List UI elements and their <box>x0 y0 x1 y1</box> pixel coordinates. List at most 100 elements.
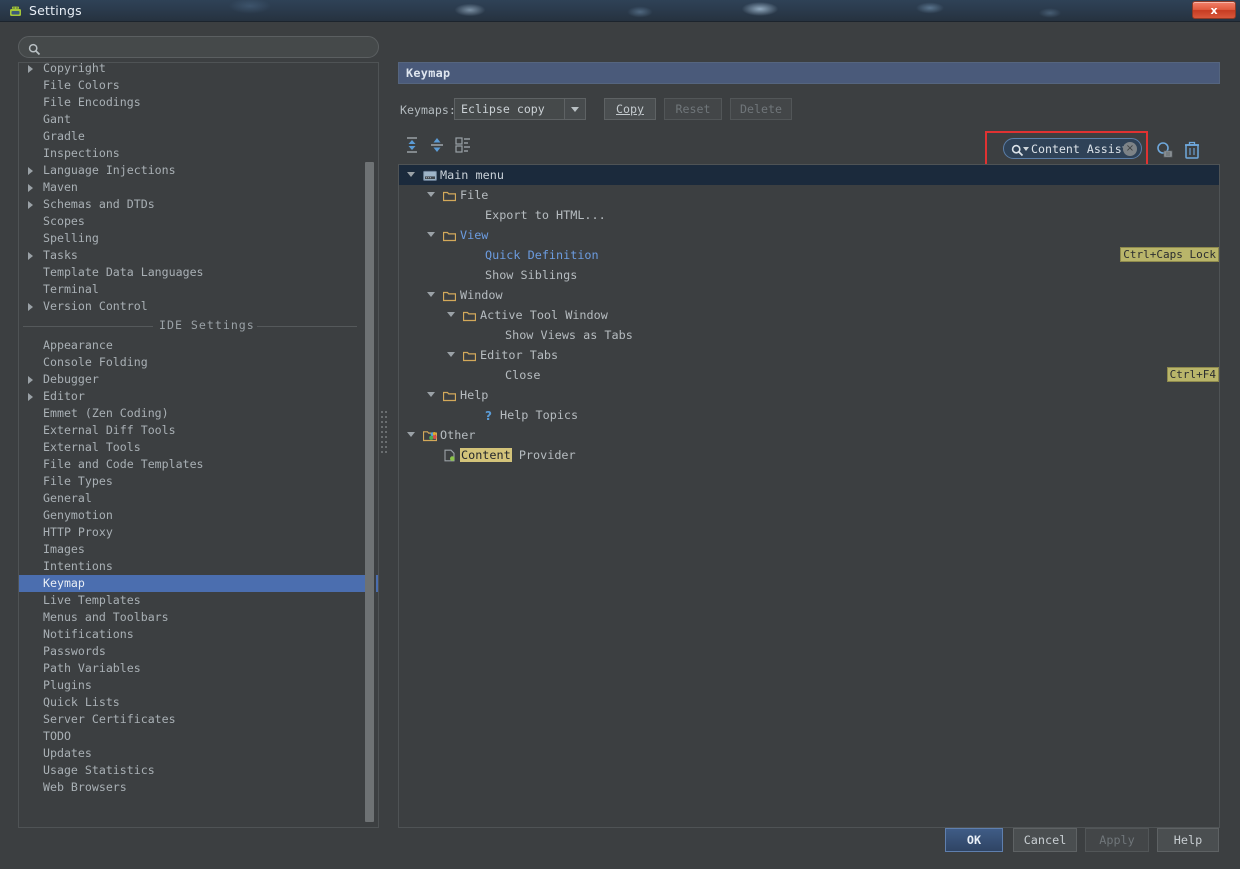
chevron-right-icon[interactable] <box>28 252 33 260</box>
tree-row-other[interactable]: Other <box>399 425 1219 445</box>
tree-row-file[interactable]: File <box>399 185 1219 205</box>
sidebar-item-gant[interactable]: Gant <box>19 111 363 128</box>
cancel-button[interactable]: Cancel <box>1013 828 1077 852</box>
clear-search-icon[interactable]: × <box>1123 142 1137 156</box>
sidebar-item-debugger[interactable]: Debugger <box>19 371 363 388</box>
sidebar-item-updates[interactable]: Updates <box>19 745 363 762</box>
sidebar-item-template-data-languages[interactable]: Template Data Languages <box>19 264 363 281</box>
trash-icon[interactable] <box>1183 140 1201 160</box>
sidebar-item-emmet-zen-coding[interactable]: Emmet (Zen Coding) <box>19 405 363 422</box>
tree-row-help[interactable]: Help <box>399 385 1219 405</box>
tree-row-quick-definition[interactable]: Quick Definition Ctrl+Caps Lock <box>399 245 1219 265</box>
sidebar-item-general[interactable]: General <box>19 490 363 507</box>
sidebar-item-file-encodings[interactable]: File Encodings <box>19 94 363 111</box>
splitter-dot <box>381 446 383 448</box>
sidebar-item-appearance[interactable]: Appearance <box>19 337 363 354</box>
tree-row-main-menu[interactable]: Main menu <box>399 165 1219 185</box>
sidebar-item-terminal[interactable]: Terminal <box>19 281 363 298</box>
sidebar-item-todo[interactable]: TODO <box>19 728 363 745</box>
sidebar-item-usage-statistics[interactable]: Usage Statistics <box>19 762 363 779</box>
tree-row-export-to-html[interactable]: Export to HTML... <box>399 205 1219 225</box>
sidebar-item-inspections[interactable]: Inspections <box>19 145 363 162</box>
search-input[interactable] <box>47 39 371 57</box>
tree-row-label: File <box>460 188 489 202</box>
sidebar-item-intentions[interactable]: Intentions <box>19 558 363 575</box>
find-by-shortcut-icon[interactable] <box>1155 140 1175 160</box>
help-button[interactable]: Help <box>1157 828 1219 852</box>
sidebar-item-console-folding[interactable]: Console Folding <box>19 354 363 371</box>
tree-row-help-topics[interactable]: ? Help Topics <box>399 405 1219 425</box>
sidebar-scrollbar-thumb[interactable] <box>365 162 374 822</box>
copy-button-label: Copy <box>616 102 644 116</box>
chevron-right-icon[interactable] <box>28 376 33 384</box>
chevron-down-icon[interactable] <box>427 232 435 237</box>
chevron-down-icon[interactable] <box>407 172 415 177</box>
chevron-down-icon[interactable] <box>427 292 435 297</box>
tree-row-content-provider[interactable]: Content Provider <box>399 445 1219 465</box>
expand-all-icon[interactable] <box>402 134 424 156</box>
tree-row-active-tool-window[interactable]: Active Tool Window <box>399 305 1219 325</box>
sidebar-item-schemas-and-dtds[interactable]: Schemas and DTDs <box>19 196 363 213</box>
ok-button[interactable]: OK <box>945 828 1003 852</box>
chevron-right-icon[interactable] <box>28 65 33 73</box>
sidebar-item-version-control[interactable]: Version Control <box>19 298 363 315</box>
sidebar-item-web-browsers[interactable]: Web Browsers <box>19 779 363 796</box>
chevron-down-icon[interactable] <box>1023 147 1029 151</box>
tree-row-view[interactable]: View <box>399 225 1219 245</box>
tree-row-editor-tabs[interactable]: Editor Tabs <box>399 345 1219 365</box>
sidebar-item-file-types[interactable]: File Types <box>19 473 363 490</box>
sidebar-item-live-templates[interactable]: Live Templates <box>19 592 363 609</box>
sidebar-item-keymap[interactable]: Keymap <box>19 575 378 592</box>
sidebar-item-maven[interactable]: Maven <box>19 179 363 196</box>
chevron-down-icon[interactable] <box>564 99 585 119</box>
sidebar-item-scopes[interactable]: Scopes <box>19 213 363 230</box>
tree-row-close[interactable]: Close Ctrl+F4 <box>399 365 1219 385</box>
tree-row-show-views-as-tabs[interactable]: Show Views as Tabs <box>399 325 1219 345</box>
sidebar-item-genymotion[interactable]: Genymotion <box>19 507 363 524</box>
sidebar-search-box[interactable] <box>18 36 379 58</box>
sidebar-item-editor[interactable]: Editor <box>19 388 363 405</box>
tree-row-show-siblings[interactable]: Show Siblings <box>399 265 1219 285</box>
sidebar-item-http-proxy[interactable]: HTTP Proxy <box>19 524 363 541</box>
sidebar-item-language-injections[interactable]: Language Injections <box>19 162 363 179</box>
chevron-down-icon[interactable] <box>407 432 415 437</box>
sidebar-item-copyright[interactable]: Copyright <box>19 63 363 77</box>
sidebar-item-menus-and-toolbars[interactable]: Menus and Toolbars <box>19 609 363 626</box>
panel-header: Keymap <box>398 62 1220 84</box>
sidebar-item-spelling[interactable]: Spelling <box>19 230 363 247</box>
collapse-all-icon[interactable] <box>427 134 449 156</box>
tree-row-label: Show Siblings <box>485 268 578 282</box>
sidebar-item-quick-lists[interactable]: Quick Lists <box>19 694 363 711</box>
sidebar-item-external-tools[interactable]: External Tools <box>19 439 363 456</box>
keymap-search-box[interactable]: Content Assist × <box>1003 138 1142 159</box>
sidebar-item-plugins[interactable]: Plugins <box>19 677 363 694</box>
panel-splitter[interactable] <box>379 407 388 457</box>
sidebar-item-passwords[interactable]: Passwords <box>19 643 363 660</box>
sidebar-item-path-variables[interactable]: Path Variables <box>19 660 363 677</box>
chevron-right-icon[interactable] <box>28 167 33 175</box>
chevron-down-icon[interactable] <box>447 352 455 357</box>
tree-row-window[interactable]: Window <box>399 285 1219 305</box>
sidebar-scrollbar-track[interactable] <box>365 65 376 827</box>
sidebar-item-server-certificates[interactable]: Server Certificates <box>19 711 363 728</box>
close-icon[interactable]: x <box>1192 1 1236 19</box>
sidebar-item-file-colors[interactable]: File Colors <box>19 77 363 94</box>
tree-row-label: Help <box>460 388 489 402</box>
chevron-right-icon[interactable] <box>28 184 33 192</box>
sidebar-item-tasks[interactable]: Tasks <box>19 247 363 264</box>
sidebar-item-file-and-code-templates[interactable]: File and Code Templates <box>19 456 363 473</box>
chevron-down-icon[interactable] <box>447 312 455 317</box>
chevron-right-icon[interactable] <box>28 303 33 311</box>
sidebar-item-external-diff-tools[interactable]: External Diff Tools <box>19 422 363 439</box>
keymap-select[interactable]: Eclipse copy <box>454 98 586 120</box>
chevron-right-icon[interactable] <box>28 393 33 401</box>
sidebar-item-images[interactable]: Images <box>19 541 363 558</box>
sidebar-item-gradle[interactable]: Gradle <box>19 128 363 145</box>
filter-checkbox-icon[interactable] <box>452 134 474 156</box>
copy-button[interactable]: Copy <box>604 98 656 120</box>
svg-text:?: ? <box>485 409 492 422</box>
sidebar-item-notifications[interactable]: Notifications <box>19 626 363 643</box>
chevron-right-icon[interactable] <box>28 201 33 209</box>
chevron-down-icon[interactable] <box>427 192 435 197</box>
chevron-down-icon[interactable] <box>427 392 435 397</box>
